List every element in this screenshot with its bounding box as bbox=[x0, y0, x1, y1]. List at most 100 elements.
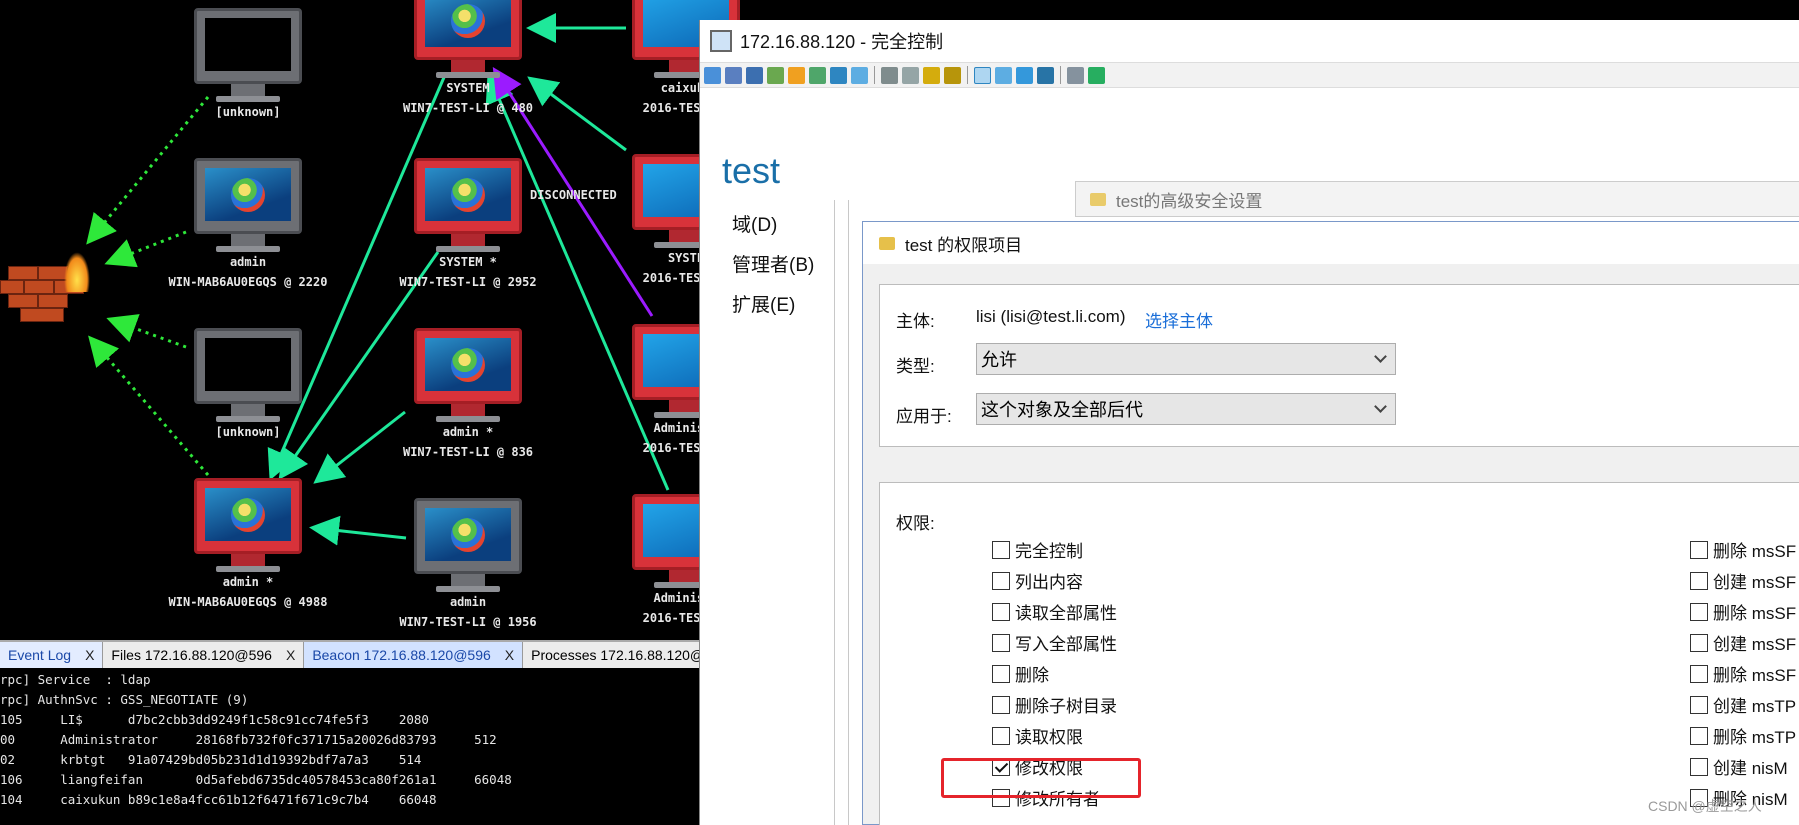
type-select[interactable]: 允许 bbox=[976, 343, 1396, 375]
toolbar-transfer-icon[interactable] bbox=[767, 66, 784, 84]
permission-label: 创建 msTP bbox=[1713, 697, 1797, 716]
permission-checkbox[interactable]: 读取权限 bbox=[992, 723, 1083, 748]
console-line: 106 liangfeifan 0d5afebd6735dc40578453ca… bbox=[0, 772, 512, 787]
toolbar-user-icon[interactable] bbox=[881, 66, 898, 84]
tab-label: Beacon 172.16.88.120@596 bbox=[312, 647, 491, 663]
toolbar-tools-icon[interactable] bbox=[1088, 66, 1105, 84]
checkbox-icon[interactable] bbox=[992, 726, 1010, 745]
checkbox-icon[interactable] bbox=[1690, 540, 1708, 559]
checkbox-icon[interactable] bbox=[1690, 633, 1708, 652]
pivot-graph[interactable]: [unknown] admin WIN-MAB6AU0EGQS @ 2220 [… bbox=[0, 0, 740, 632]
session-node-unknown-2[interactable]: [unknown] bbox=[188, 328, 308, 442]
divider bbox=[848, 200, 849, 825]
checkbox-icon[interactable] bbox=[992, 571, 1010, 590]
toolbar-unlock-icon[interactable] bbox=[944, 66, 961, 84]
session-node-system-2952[interactable]: SYSTEM * WIN7-TEST-LI @ 2952 bbox=[399, 158, 537, 292]
toolbar-info-icon[interactable] bbox=[788, 66, 805, 84]
permission-label: 创建 nisM bbox=[1713, 759, 1788, 778]
toolbar-monitor-icon[interactable] bbox=[725, 66, 742, 84]
checkbox-icon[interactable] bbox=[1690, 664, 1708, 683]
toolbar-message-icon[interactable] bbox=[851, 66, 868, 84]
permission-checkbox[interactable]: 创建 nisM bbox=[1690, 754, 1788, 779]
checkbox-icon[interactable] bbox=[1690, 602, 1708, 621]
permission-checkbox[interactable]: 删除 msSF bbox=[1690, 537, 1796, 562]
applies-to-select[interactable]: 这个对象及全部后代 bbox=[976, 393, 1396, 425]
console-line: 00 Administrator 28168fb732f0fc371715a20… bbox=[0, 732, 497, 747]
advanced-security-window-title[interactable]: test的高级安全设置 bbox=[1075, 181, 1799, 217]
toolbar-fit-icon[interactable] bbox=[995, 66, 1012, 84]
checkbox-icon[interactable] bbox=[1690, 726, 1708, 745]
tab-close-button[interactable]: X bbox=[286, 647, 295, 663]
permission-checkbox[interactable]: 创建 msSF bbox=[1690, 568, 1796, 593]
permission-checkbox[interactable]: 列出内容 bbox=[992, 568, 1083, 593]
menu-domain[interactable]: 域(D) bbox=[732, 210, 777, 237]
tab-beacon[interactable]: Beacon 172.16.88.120@596 X bbox=[304, 642, 524, 668]
toolbar-window-icon[interactable] bbox=[1016, 66, 1033, 84]
applies-to-label: 应用于: bbox=[896, 407, 952, 426]
permission-checkbox[interactable]: 删除 bbox=[992, 661, 1049, 686]
principal-label: 主体: bbox=[896, 312, 935, 331]
highlight-box bbox=[941, 758, 1141, 798]
checkbox-icon[interactable] bbox=[992, 602, 1010, 621]
principal-value: lisi (lisi@test.li.com) bbox=[976, 307, 1126, 326]
toolbar-screen-icon[interactable] bbox=[704, 66, 721, 84]
console-line: 105 LI$ d7bc2cbb3dd9249f1c58c91cc74fe5f3… bbox=[0, 712, 429, 727]
console-line: rpc] Service : ldap bbox=[0, 672, 151, 687]
permission-checkbox[interactable]: 写入全部属性 bbox=[992, 630, 1117, 655]
select-principal-link[interactable]: 选择主体 bbox=[1145, 307, 1213, 332]
folder-icon bbox=[1090, 192, 1106, 206]
checkbox-icon[interactable] bbox=[992, 540, 1010, 559]
checkbox-icon[interactable] bbox=[992, 664, 1010, 683]
firewall-icon bbox=[0, 246, 100, 326]
tab-event-log[interactable]: Event Log X bbox=[0, 642, 104, 668]
session-node-admin-1956[interactable]: admin WIN7-TEST-LI @ 1956 bbox=[399, 498, 537, 632]
permission-checkbox[interactable]: 创建 msTP bbox=[1690, 692, 1796, 717]
permission-entry-title-bar[interactable]: test 的权限项目 bbox=[863, 222, 1799, 264]
checkbox-icon[interactable] bbox=[992, 633, 1010, 652]
rdp-window: 172.16.88.120 - 完全控制 test 域(D) 管理者(B) 扩展… bbox=[699, 20, 1799, 825]
permission-checkbox[interactable]: 删除子树目录 bbox=[992, 692, 1117, 717]
permission-checkbox[interactable]: 完全控制 bbox=[992, 537, 1083, 562]
checkbox-icon[interactable] bbox=[1690, 757, 1708, 776]
rdp-title-bar[interactable]: 172.16.88.120 - 完全控制 bbox=[700, 20, 1799, 62]
tab-close-button[interactable]: X bbox=[85, 647, 94, 663]
screen: [unknown] admin WIN-MAB6AU0EGQS @ 2220 [… bbox=[0, 0, 1799, 825]
checkbox-icon[interactable] bbox=[1690, 695, 1708, 714]
checkbox-icon[interactable] bbox=[992, 695, 1010, 714]
permission-label: 写入全部属性 bbox=[1015, 635, 1117, 654]
session-node-admin-4988[interactable]: admin * WIN-MAB6AU0EGQS @ 4988 bbox=[169, 478, 327, 612]
disconnected-label: DISCONNECTED bbox=[530, 188, 617, 202]
toolbar-chat-icon[interactable] bbox=[809, 66, 826, 84]
session-node-admin-836[interactable]: admin * WIN7-TEST-LI @ 836 bbox=[403, 328, 533, 462]
toolbar-terminal-icon[interactable] bbox=[746, 66, 763, 84]
session-node-system-480[interactable]: SYSTEM WIN7-TEST-LI @ 480 bbox=[403, 0, 533, 118]
rdp-toolbar bbox=[700, 62, 1799, 88]
menu-extension[interactable]: 扩展(E) bbox=[732, 290, 795, 317]
permission-label: 读取全部属性 bbox=[1015, 604, 1117, 623]
permission-checkbox[interactable]: 删除 msTP bbox=[1690, 723, 1796, 748]
tab-processes[interactable]: Processes 172.16.88.120@ bbox=[523, 642, 714, 668]
permission-checkbox[interactable]: 读取全部属性 bbox=[992, 599, 1117, 624]
tab-close-button[interactable]: X bbox=[505, 647, 514, 663]
tab-label: Processes 172.16.88.120@ bbox=[531, 647, 705, 663]
checkbox-icon[interactable] bbox=[1690, 571, 1708, 590]
type-label: 类型: bbox=[896, 357, 935, 376]
toolbar-phone-icon[interactable] bbox=[830, 66, 847, 84]
toolbar-fullscreen-icon[interactable] bbox=[974, 66, 991, 84]
menu-manager[interactable]: 管理者(B) bbox=[732, 250, 814, 277]
graph-edges bbox=[86, 13, 670, 546]
permission-checkbox[interactable]: 删除 msSF bbox=[1690, 599, 1796, 624]
applies-to-selected-value: 这个对象及全部后代 bbox=[981, 400, 1143, 420]
toolbar-scale-icon[interactable] bbox=[1037, 66, 1054, 84]
windows7-monitor-icon bbox=[414, 0, 522, 60]
permission-label: 列出内容 bbox=[1015, 573, 1083, 592]
tab-files[interactable]: Files 172.16.88.120@596 X bbox=[103, 642, 305, 668]
session-node-unknown-1[interactable]: [unknown] bbox=[188, 8, 308, 122]
permission-checkbox[interactable]: 创建 msSF bbox=[1690, 630, 1796, 655]
toolbar-copy-icon[interactable] bbox=[1067, 66, 1084, 84]
toolbar-users-icon[interactable] bbox=[902, 66, 919, 84]
permission-checkbox[interactable]: 删除 msSF bbox=[1690, 661, 1796, 686]
beacon-console-output[interactable]: rpc] Service : ldap rpc] AuthnSvc : GSS_… bbox=[0, 668, 699, 825]
session-node-admin-2220[interactable]: admin WIN-MAB6AU0EGQS @ 2220 bbox=[169, 158, 327, 292]
toolbar-lock-icon[interactable] bbox=[923, 66, 940, 84]
